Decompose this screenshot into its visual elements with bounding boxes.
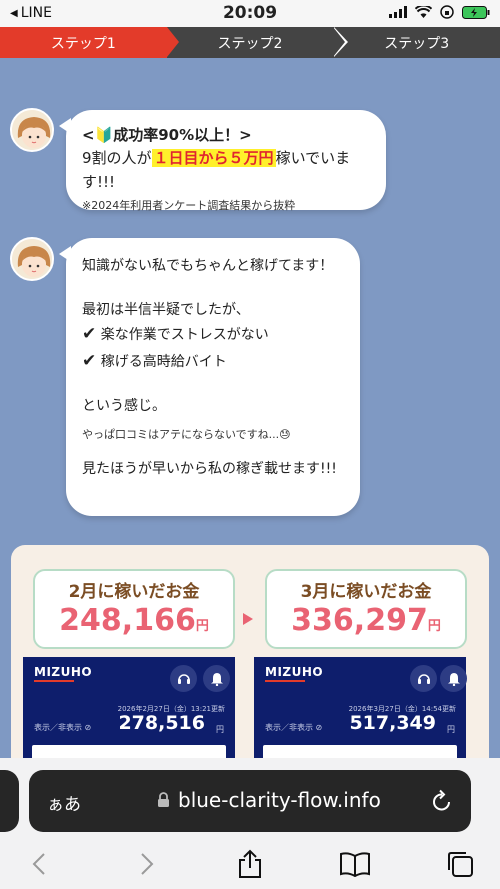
headset-icon [170, 665, 197, 692]
check-icon: ✔ [82, 324, 97, 345]
check-item-label: 稼げる高時給バイト [100, 353, 227, 370]
check-item-1: ✔ 楽な作業でストレスがない [82, 321, 344, 347]
check-icon: ✔ [82, 350, 97, 371]
mar-amount-unit: 円 [427, 619, 441, 634]
visibility-label: 表示／非表示 [34, 723, 82, 732]
chat-bubble-testimonial: 知識がない私でもちゃんと稼げてます！ 最初は半信半疑でしたが、 ✔ 楽な作業でス… [59, 238, 360, 516]
lock-icon [158, 792, 169, 807]
triangle-arrow-icon [243, 613, 253, 625]
wifi-icon [415, 6, 432, 18]
testimonial-line-4: やっぱ口コミはアテにならないですね...😓 [82, 427, 291, 441]
bubble-line: 9割の人が １日目から５万円 稼いでいます!!! [82, 147, 370, 194]
eye-slash-icon: ⊘ [315, 723, 323, 732]
url-display[interactable]: blue-clarity-flow.info [157, 788, 381, 812]
girl-avatar-icon [12, 239, 52, 279]
visibility-label: 表示／非表示 [265, 723, 313, 732]
bookmarks-icon [340, 852, 370, 877]
share-button[interactable] [228, 842, 272, 886]
testimonial-line-2: 最初は半信半疑でしたが、 [82, 301, 250, 318]
testimonial-line-5: 見たほうが早いから私の稼ぎ載せます!!! [82, 460, 337, 477]
step-2-label: ステップ2 [217, 35, 283, 52]
rotation-lock-icon [440, 5, 454, 19]
tabs-icon [448, 852, 473, 877]
feb-earnings-box: 2月に稼いだお金 248,166円 [33, 569, 235, 649]
battery-icon [462, 5, 490, 19]
address-bar[interactable]: ぁあ blue-clarity-flow.info [29, 770, 471, 832]
step-1-label: ステップ1 [50, 35, 116, 52]
eye-slash-icon: ⊘ [84, 723, 92, 732]
girl-avatar-icon [12, 110, 52, 150]
back-button[interactable] [17, 842, 61, 886]
chat-bubble-success-rate: <🔰成功率90%以上！> 9割の人が １日目から５万円 稼いでいます!!! ※202… [59, 110, 386, 212]
mar-amount-value: 336,297 [291, 603, 428, 638]
visibility-toggle: 表示／非表示 ⊘ [34, 722, 91, 733]
step-1-chevron [166, 27, 179, 57]
bank-logo: MIZUHO [265, 665, 324, 679]
previous-tab-edge[interactable] [0, 770, 19, 832]
bubble-highlight: １日目から５万円 [151, 149, 276, 168]
step-progress-bar: ステップ1 ステップ2 ステップ3 [0, 27, 500, 58]
tabs-button[interactable] [438, 842, 482, 886]
mar-earnings-amount: 336,297円 [267, 602, 465, 646]
feb-earnings-amount: 248,166円 [35, 602, 233, 646]
check-item-label: 楽な作業でストレスがない [100, 327, 269, 344]
headset-icon [410, 665, 437, 692]
browser-toolbar [0, 842, 500, 886]
bank-balance: 278,516 [118, 712, 205, 734]
step-2-chevron [333, 27, 346, 57]
check-item-2: ✔ 稼げる高時給バイト [82, 348, 344, 374]
visibility-toggle: 表示／非表示 ⊘ [265, 722, 322, 733]
forward-button[interactable] [125, 842, 169, 886]
mar-earnings-box: 3月に稼いだお金 336,297円 [265, 569, 467, 649]
bank-logo-underline [34, 680, 74, 682]
feb-earnings-title: 2月に稼いだお金 [68, 582, 200, 602]
back-icon [32, 853, 45, 875]
status-icons [389, 5, 490, 19]
survey-note: ※2024年利用者ンケート調査結果から抜粋 [82, 198, 296, 212]
avatar [10, 108, 54, 152]
earnings-card: 2月に稼いだお金 248,166円 3月に稼いだお金 336,297円 MIZU… [11, 545, 489, 785]
mar-earnings-title: 3月に稼いだお金 [300, 582, 432, 602]
bank-logo-underline [265, 680, 305, 682]
testimonial-line-1: 知識がない私でもちゃんと稼げてます！ [82, 258, 334, 274]
share-icon [239, 849, 261, 878]
step-1: ステップ1 [0, 27, 179, 58]
status-bar: ◀ LINE 20:09 [0, 0, 500, 27]
browser-chrome: ぁあ blue-clarity-flow.info [0, 758, 500, 889]
bubble-headline: <🔰成功率90%以上！> [82, 126, 252, 144]
testimonial-line-3: という感じ。 [82, 398, 166, 415]
step-3-label: ステップ3 [384, 35, 450, 52]
avatar [10, 237, 54, 281]
bank-balance: 517,349 [349, 712, 436, 734]
feb-amount-value: 248,166 [59, 603, 196, 638]
text-size-button[interactable]: ぁあ [47, 790, 81, 815]
bell-icon [440, 665, 467, 692]
feb-amount-unit: 円 [195, 619, 209, 634]
forward-icon [141, 853, 154, 875]
bank-logo: MIZUHO [34, 665, 93, 679]
bookmarks-button[interactable] [333, 842, 377, 886]
bubble-line-pre: 9割の人が [82, 149, 152, 168]
url-host: blue-clarity-flow.info [178, 788, 381, 812]
reload-button[interactable] [431, 789, 453, 817]
reload-icon [433, 789, 450, 811]
bank-balance-unit: 円 [216, 725, 224, 734]
signal-icon [389, 6, 407, 18]
bell-icon [203, 665, 230, 692]
step-2: ステップ2 [167, 27, 349, 58]
step-3: ステップ3 [333, 27, 500, 58]
bank-balance-unit: 円 [447, 725, 455, 734]
